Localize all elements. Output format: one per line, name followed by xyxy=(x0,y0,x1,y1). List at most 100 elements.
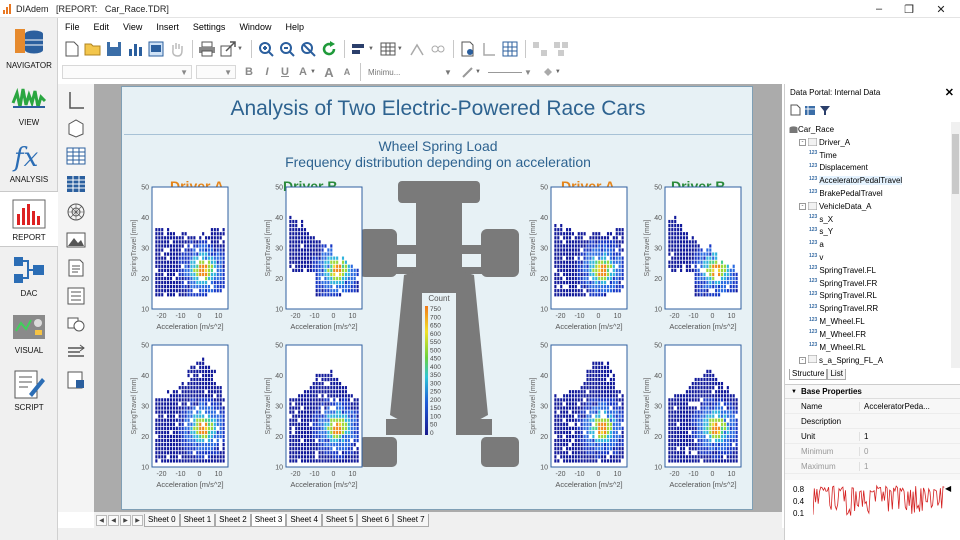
link-tool-icon[interactable] xyxy=(428,39,448,59)
tree-channel-item[interactable]: 123 SpringTravel.RR xyxy=(809,304,878,314)
tree-channel-item[interactable]: 123 AcceleratorPedalTravel xyxy=(809,176,903,186)
panel-analysis[interactable]: fx ANALYSIS xyxy=(0,134,58,190)
spring-load-heatmap[interactable]: 5040302010-20 -10 0 10Acceleration [m/s^2]S… xyxy=(527,183,639,333)
preview-collapse-icon[interactable]: ◀ xyxy=(945,484,951,493)
panel-visual[interactable]: VISUAL xyxy=(0,305,58,361)
font-shrink-button[interactable]: A xyxy=(338,64,356,80)
bold-button[interactable]: B xyxy=(240,64,258,80)
close-icon[interactable]: ✕ xyxy=(945,86,954,99)
refresh-icon[interactable] xyxy=(319,39,339,59)
prev-sheet-button[interactable]: ◀ xyxy=(108,514,119,526)
align-icon[interactable] xyxy=(349,39,369,59)
expand-toggle-icon[interactable]: - xyxy=(799,356,806,364)
group-icon[interactable] xyxy=(530,39,550,59)
sheet-tab-5[interactable]: Sheet 5 xyxy=(321,513,358,527)
axis-object-icon[interactable] xyxy=(64,88,88,112)
report-layout-icon[interactable] xyxy=(146,39,166,59)
scroll-thumb[interactable] xyxy=(952,134,959,194)
3d-axis-icon[interactable] xyxy=(64,116,88,140)
panel-script[interactable]: SCRIPT xyxy=(0,362,58,418)
tree-channel-item[interactable]: 123 M_Wheel.FR xyxy=(809,329,866,339)
tab-structure[interactable]: Structure xyxy=(789,369,828,380)
table-tool-icon[interactable] xyxy=(378,39,398,59)
sheet-tab-3[interactable]: Sheet 3 xyxy=(250,513,287,527)
font-size-select[interactable]: ▼ xyxy=(196,65,236,79)
grid-icon[interactable] xyxy=(500,39,520,59)
spring-load-heatmap[interactable]: 5040302010-20 -10 0 10Acceleration [m/s^2]S… xyxy=(641,341,753,491)
spring-load-heatmap[interactable]: 5040302010-20 -10 0 10Acceleration [m/s^2]S… xyxy=(641,183,753,333)
menu-file[interactable]: File xyxy=(58,22,87,32)
tree-channel-item[interactable]: 123 BrakePedalTravel xyxy=(809,189,883,199)
axis-tool-icon[interactable] xyxy=(407,39,427,59)
prop-value[interactable]: 1 xyxy=(859,431,960,441)
table-object-icon[interactable] xyxy=(64,144,88,168)
expand-toggle-icon[interactable]: - xyxy=(799,203,806,211)
ungroup-icon[interactable] xyxy=(551,39,571,59)
tree-scrollbar[interactable] xyxy=(951,122,960,368)
panel-navigator[interactable]: NAVIGATOR xyxy=(0,20,58,76)
tree-channel-item[interactable]: 123 Displacement xyxy=(809,163,868,173)
tree-channel-item[interactable]: 123 SpringTravel.RL xyxy=(809,291,877,301)
spring-load-heatmap[interactable]: 5040302010-20 -10 0 10Acceleration [m/s^2]S… xyxy=(128,341,240,491)
line-width-select[interactable]: Minimu... ▼ xyxy=(365,65,455,79)
hand-tool-icon[interactable] xyxy=(167,39,187,59)
sheet-tab-6[interactable]: Sheet 6 xyxy=(357,513,394,527)
tree-group-item[interactable]: - Driver_A xyxy=(799,137,850,148)
report-file-icon[interactable] xyxy=(64,368,88,392)
close-button[interactable]: ✕ xyxy=(926,0,956,18)
print-icon[interactable] xyxy=(197,39,217,59)
tree-channel-item[interactable]: 123 M_Wheel.FL xyxy=(809,317,865,327)
chart-scale-icon[interactable] xyxy=(479,39,499,59)
next-sheet-button[interactable]: ▶ xyxy=(120,514,131,526)
expand-toggle-icon[interactable]: - xyxy=(799,139,806,147)
polar-plot-icon[interactable] xyxy=(64,200,88,224)
filter-icon[interactable] xyxy=(819,104,831,116)
minimize-button[interactable]: – xyxy=(864,0,894,18)
panel-dac[interactable]: DAC xyxy=(0,248,58,304)
page-settings-icon[interactable] xyxy=(458,39,478,59)
list-object-icon[interactable] xyxy=(64,284,88,308)
last-sheet-button[interactable]: ▶ xyxy=(132,514,143,526)
prop-row-minimum[interactable]: Minimum 0 xyxy=(785,444,960,459)
restore-button[interactable]: ❐ xyxy=(894,0,924,18)
spring-load-heatmap[interactable]: 5040302010-20 -10 0 10Acceleration [m/s^2]S… xyxy=(262,341,374,491)
line-style-select[interactable]: ▼ xyxy=(485,65,535,79)
properties-header[interactable]: ▼ Base Properties xyxy=(785,385,960,399)
open-folder-icon[interactable] xyxy=(83,39,103,59)
line-object-icon[interactable] xyxy=(64,340,88,364)
sheet-tab-0[interactable]: Sheet 0 xyxy=(144,513,180,527)
font-grow-button[interactable]: A xyxy=(320,64,338,80)
new-file-icon[interactable] xyxy=(789,104,801,116)
zoom-reset-icon[interactable] xyxy=(298,39,318,59)
table-view-icon[interactable] xyxy=(804,104,816,116)
sheet-tab-1[interactable]: Sheet 1 xyxy=(179,513,216,527)
panel-view[interactable]: VIEW xyxy=(0,77,58,133)
italic-button[interactable]: I xyxy=(258,64,276,80)
text-object-icon[interactable] xyxy=(64,256,88,280)
new-file-icon[interactable] xyxy=(62,39,82,59)
prop-row-description[interactable]: Description xyxy=(785,414,960,429)
spring-load-heatmap[interactable]: 5040302010-20 -10 0 10Acceleration [m/s^2]S… xyxy=(527,341,639,491)
menu-insert[interactable]: Insert xyxy=(149,22,186,32)
panel-report[interactable]: REPORT xyxy=(0,191,58,247)
underline-button[interactable]: U xyxy=(276,64,294,80)
bar-chart-icon[interactable] xyxy=(125,39,145,59)
tree-root-item[interactable]: Car_Race xyxy=(789,125,834,134)
spring-load-heatmap[interactable]: 5040302010-20 -10 0 10Acceleration [m/s^2]S… xyxy=(128,183,240,333)
image-object-icon[interactable] xyxy=(64,228,88,252)
prop-row-name[interactable]: Name AcceleratorPeda... xyxy=(785,399,960,414)
sheet-tab-7[interactable]: Sheet 7 xyxy=(393,513,429,527)
first-sheet-button[interactable]: ◀ xyxy=(96,514,107,526)
tree-group-item[interactable]: - s_a_Spring_FL_A xyxy=(799,354,883,365)
table-object-2-icon[interactable] xyxy=(64,172,88,196)
tree-channel-item[interactable]: 123 s_Y xyxy=(809,227,833,237)
tree-channel-item[interactable]: 123 a xyxy=(809,240,824,250)
tree-channel-item[interactable]: 123 M_Wheel.RL xyxy=(809,342,866,352)
font-family-select[interactable]: ▼ xyxy=(62,65,192,79)
tree-channel-item[interactable]: 123 SpringTravel.FL xyxy=(809,265,876,275)
report-sheet[interactable]: Analysis of Two Electric-Powered Race Ca… xyxy=(121,86,753,510)
shape-object-icon[interactable] xyxy=(64,312,88,336)
menu-window[interactable]: Window xyxy=(232,22,278,32)
tree-channel-item[interactable]: 123 s_X xyxy=(809,214,833,224)
menu-edit[interactable]: Edit xyxy=(87,22,117,32)
